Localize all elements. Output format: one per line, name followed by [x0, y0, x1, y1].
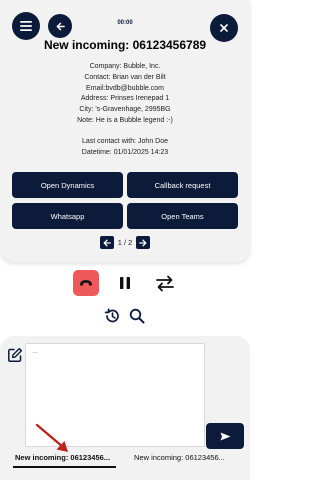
- tab-incoming-2[interactable]: New incoming: 06123456...: [134, 453, 225, 462]
- note-line: Note: He is a Bubble legend :-): [77, 116, 173, 124]
- arrow-right-icon: [139, 239, 147, 246]
- pager-label: 1 / 2: [117, 238, 133, 247]
- active-tab-indicator: [13, 466, 116, 468]
- pager-next-button[interactable]: [136, 236, 151, 249]
- contact-info: Company: Bubble, Inc. Contact: Brian van…: [0, 62, 250, 158]
- address-line: Address: Prinses Irenepad 1: [80, 95, 170, 103]
- menu-button[interactable]: [12, 12, 40, 40]
- action-buttons: Open Dynamics Callback request Whatsapp …: [12, 172, 238, 229]
- contact-line: Contact: Brian van der Bilt: [84, 73, 166, 81]
- phone-call-app: 00:00 New incoming: 06123456789 Company:…: [0, 0, 250, 480]
- send-icon: [220, 432, 230, 440]
- company-line: Company: Bubble, Inc.: [89, 63, 161, 70]
- pager: 1 / 2: [0, 236, 250, 249]
- back-button[interactable]: [48, 14, 72, 38]
- pager-prev-button[interactable]: [99, 236, 114, 249]
- search-icon[interactable]: [129, 308, 145, 324]
- pause-icon[interactable]: [119, 276, 131, 290]
- edit-note-icon[interactable]: [7, 347, 23, 363]
- city-line: City: 's-Gravenhage, 2995BG: [79, 106, 171, 114]
- close-icon: [220, 24, 228, 32]
- hangup-button[interactable]: [73, 270, 99, 296]
- email-line: Email:bvdb@bubble.com: [86, 84, 164, 92]
- incoming-call-card: 00:00 New incoming: 06123456789 Company:…: [0, 0, 250, 262]
- call-controls: [0, 270, 250, 298]
- annotation-arrow: [35, 423, 68, 452]
- call-title: New incoming: 06123456789: [43, 38, 207, 52]
- last-contact-line: Last contact with: John Doe: [82, 137, 168, 145]
- open-dynamics-button[interactable]: Open Dynamics: [12, 172, 123, 198]
- open-teams-button[interactable]: Open Teams: [127, 203, 238, 229]
- history-icon[interactable]: [104, 308, 120, 324]
- send-button[interactable]: [206, 423, 244, 449]
- phone-hangup-icon: [80, 280, 92, 286]
- datetime-line: Datetime: 01/01/2025 14:23: [81, 148, 169, 156]
- callback-request-button[interactable]: Callback request: [127, 172, 238, 198]
- arrow-left-icon: [103, 239, 111, 246]
- transfer-arrows-icon[interactable]: [156, 275, 174, 292]
- whatsapp-button[interactable]: Whatsapp: [12, 203, 123, 229]
